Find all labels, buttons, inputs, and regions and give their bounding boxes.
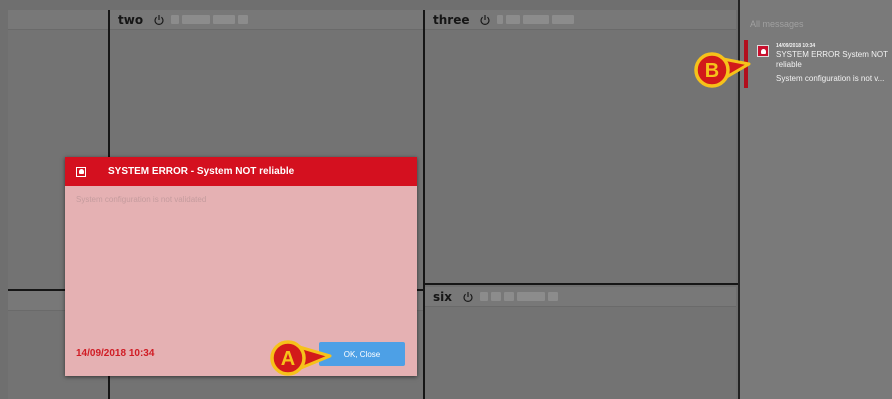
panel-three-header: three: [425, 10, 736, 30]
dialog-header: SYSTEM ERROR - System NOT reliable: [65, 157, 417, 186]
dialog-message: System configuration is not validated: [76, 195, 207, 204]
panel-title: three: [433, 12, 470, 27]
message-title: SYSTEM ERROR System NOT reliable: [776, 50, 888, 69]
message-item[interactable]: 14/09/2018 10:34 SYSTEM ERROR System NOT…: [742, 38, 892, 90]
panel-six[interactable]: six: [425, 287, 736, 399]
panel-two-header: two: [110, 10, 423, 30]
dialog-timestamp: 14/09/2018 10:34: [76, 348, 155, 359]
alarm-bell-icon: [757, 45, 769, 57]
callout-a-label: A: [281, 348, 295, 370]
grid-divider: [423, 10, 425, 399]
messages-header: All messages: [750, 19, 804, 29]
power-icon[interactable]: [153, 14, 165, 26]
callout-b: B: [694, 52, 751, 88]
grid-divider: [423, 283, 738, 285]
redacted-label: [480, 292, 558, 301]
panel-title: six: [433, 289, 452, 304]
panel-one-header: [8, 10, 108, 30]
panel-three[interactable]: three: [425, 10, 736, 283]
power-icon[interactable]: [479, 14, 491, 26]
panel-title: two: [118, 12, 144, 27]
system-error-dialog: SYSTEM ERROR - System NOT reliable Syste…: [65, 157, 417, 376]
redacted-label: [497, 15, 575, 24]
power-icon[interactable]: [462, 291, 474, 303]
message-description: System configuration is not v...: [776, 74, 885, 83]
message-time: 14/09/2018 10:34: [776, 43, 816, 49]
dialog-title: SYSTEM ERROR - System NOT reliable: [108, 166, 295, 177]
panel-six-header: six: [425, 287, 736, 307]
callout-a: A: [270, 340, 332, 376]
callout-b-label: B: [705, 60, 719, 82]
redacted-label: [171, 15, 249, 24]
messages-sidebar: All messages 14/09/2018 10:34 SYSTEM ERR…: [738, 0, 892, 399]
alarm-bell-icon: [76, 166, 86, 177]
